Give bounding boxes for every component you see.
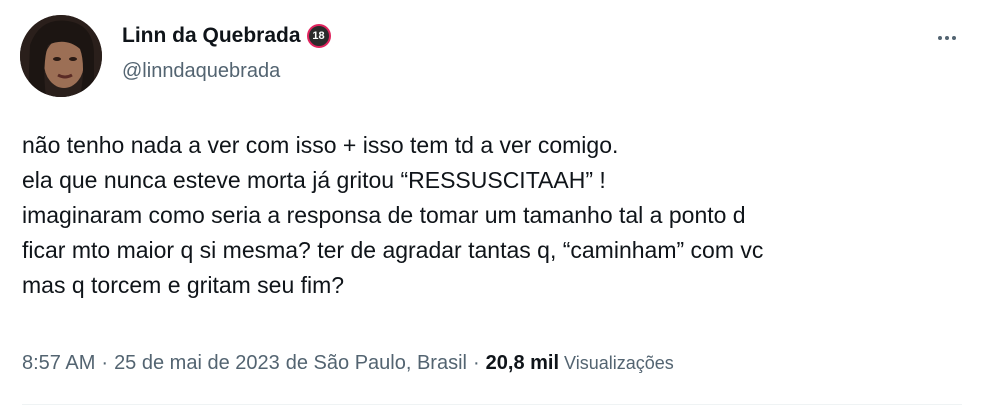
author-display-name[interactable]: Linn da Quebrada [122,24,301,48]
author-name-row: Linn da Quebrada 18 [122,24,331,48]
avatar-photo [20,15,102,97]
tweet-text-line: mas q torcem e gritam seu fim? [22,272,345,298]
more-horizontal-icon[interactable] [932,28,962,48]
meta-separator: · [101,352,109,374]
dot [945,36,949,40]
dot [952,36,956,40]
tweet-date[interactable]: 25 de mai de 2023 [114,352,280,375]
tweet-time[interactable]: 8:57 AM [22,352,95,375]
tweet-text: não tenho nada a ver com isso + isso tem… [22,128,967,303]
author-handle[interactable]: @linndaquebrada [122,60,280,83]
views-count[interactable]: 20,8 mil [486,352,559,375]
tweet-location: de São Paulo, Brasil [285,352,467,374]
tweet-meta: 8:57 AM · 25 de mai de 2023 de São Paulo… [22,352,674,375]
views-label[interactable]: Visualizações [564,353,674,374]
age-18-badge-icon: 18 [306,24,331,48]
divider [22,404,962,405]
meta-separator: · [472,352,480,374]
avatar[interactable] [20,15,102,97]
tweet-text-line: ela que nunca esteve morta já gritou “RE… [22,167,606,193]
tweet-text-line: imaginaram como seria a responsa de toma… [22,202,746,228]
tweet-text-line: ficar mto maior q si mesma? ter de agrad… [22,237,764,263]
tweet-card: Linn da Quebrada 18 @linndaquebrada não … [0,0,984,412]
dot [938,36,942,40]
tweet-text-line: não tenho nada a ver com isso + isso tem… [22,132,619,158]
